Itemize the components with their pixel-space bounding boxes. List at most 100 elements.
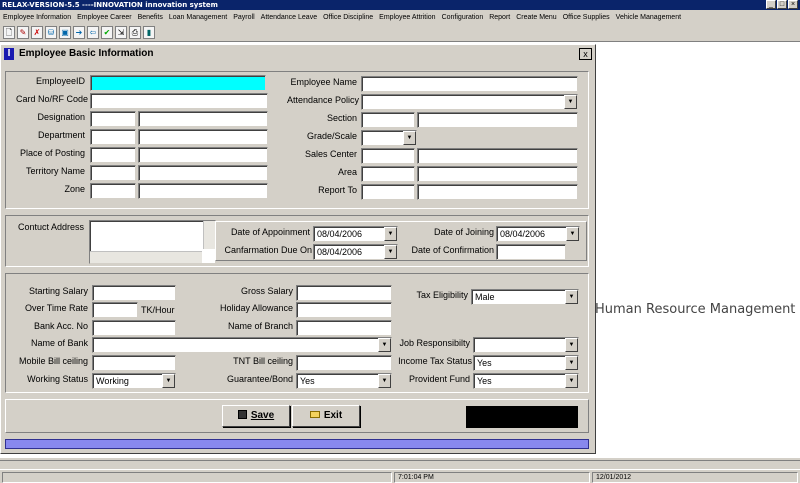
date-of-appointment-value: 08/04/2006: [317, 229, 363, 239]
exit-door-icon[interactable]: ▮: [143, 26, 155, 39]
posting-code-input[interactable]: [90, 147, 136, 163]
report-to-name-input[interactable]: [417, 184, 578, 200]
territory-name-input[interactable]: [138, 165, 268, 181]
chevron-down-icon[interactable]: ▼: [384, 227, 397, 241]
menu-loan-management[interactable]: Loan Management: [169, 14, 227, 21]
income-tax-status-select[interactable]: Yes ▼: [473, 355, 579, 371]
arrow-right-icon[interactable]: ➔: [73, 26, 85, 39]
name-of-bank-select[interactable]: ▼: [92, 337, 392, 353]
delete-icon[interactable]: ✗: [31, 26, 43, 39]
vertical-scrollbar[interactable]: [203, 221, 215, 249]
menu-vehicle-management[interactable]: Vehicle Management: [616, 14, 681, 21]
area-code-input[interactable]: [361, 166, 415, 182]
name-of-branch-label: Name of Branch: [227, 321, 293, 331]
starting-salary-input[interactable]: [92, 285, 176, 301]
chevron-down-icon[interactable]: ▼: [384, 245, 397, 259]
zone-name-input[interactable]: [138, 183, 268, 199]
designation-name-input[interactable]: [138, 111, 268, 127]
horizontal-scrollbar[interactable]: [90, 251, 202, 263]
tk-hour-label: TK/Hour: [141, 305, 175, 315]
bank-acc-label: Bank Acc. No: [33, 321, 88, 331]
printer-icon[interactable]: ⎙: [129, 26, 141, 39]
chevron-down-icon[interactable]: ▼: [565, 356, 578, 370]
sales-center-name-input[interactable]: [417, 148, 578, 164]
report-to-code-input[interactable]: [361, 184, 415, 200]
confirmation-due-value: 08/04/2006: [317, 247, 363, 257]
date-of-joining-label: Date of Joining: [433, 227, 494, 237]
database-icon[interactable]: ⛁: [45, 26, 57, 39]
save-button[interactable]: Save: [222, 405, 290, 427]
chevron-down-icon[interactable]: ▼: [565, 290, 578, 304]
department-code-input[interactable]: [90, 129, 136, 145]
close-window-button[interactable]: ×: [788, 0, 798, 9]
date-of-joining-picker[interactable]: 08/04/2006 ▼: [496, 226, 580, 242]
button-panel: Save Exit: [5, 399, 589, 433]
provident-fund-select[interactable]: Yes ▼: [473, 373, 579, 389]
card-no-input[interactable]: [90, 93, 268, 109]
over-time-rate-input[interactable]: [92, 302, 138, 318]
tax-eligibility-select[interactable]: Male ▼: [471, 289, 579, 305]
area-name-input[interactable]: [417, 166, 578, 182]
bank-acc-input[interactable]: [92, 320, 176, 336]
section-code-input[interactable]: [361, 112, 415, 128]
tnt-bill-label: TNT Bill ceiling: [233, 356, 293, 366]
grade-scale-select[interactable]: ▼: [361, 130, 417, 146]
report-to-label: Report To: [318, 185, 357, 195]
exit-button[interactable]: Exit: [292, 405, 360, 427]
save-disk-icon[interactable]: ▣: [59, 26, 71, 39]
date-of-appointment-picker[interactable]: 08/04/2006 ▼: [313, 226, 398, 242]
menu-employee-information[interactable]: Employee Information: [3, 14, 71, 21]
menu-employee-attrition[interactable]: Employee Attrition: [379, 14, 435, 21]
guarantee-bond-select[interactable]: Yes ▼: [296, 373, 392, 389]
territory-code-input[interactable]: [90, 165, 136, 181]
working-status-select[interactable]: Working ▼: [92, 373, 176, 389]
export-icon[interactable]: ⇲: [115, 26, 127, 39]
chevron-down-icon[interactable]: ▼: [162, 374, 175, 388]
edit-icon[interactable]: ✎: [17, 26, 29, 39]
mobile-bill-input[interactable]: [92, 355, 176, 371]
designation-code-input[interactable]: [90, 111, 136, 127]
dialog-title: Employee Basic Information: [1, 45, 595, 63]
menu-configuration[interactable]: Configuration: [442, 14, 484, 21]
chevron-down-icon[interactable]: ▼: [564, 95, 577, 109]
tnt-bill-input[interactable]: [296, 355, 392, 371]
posting-name-input[interactable]: [138, 147, 268, 163]
department-name-input[interactable]: [138, 129, 268, 145]
menu-create-menu[interactable]: Create Menu: [516, 14, 556, 21]
date-of-confirmation-input[interactable]: [496, 244, 566, 260]
menu-attendance-leave[interactable]: Attendance Leave: [261, 14, 317, 21]
maximize-button[interactable]: □: [777, 0, 787, 9]
menu-benefits[interactable]: Benefits: [138, 14, 163, 21]
name-of-bank-label: Name of Bank: [30, 338, 88, 348]
chevron-down-icon[interactable]: ▼: [565, 374, 578, 388]
guarantee-bond-value: Yes: [300, 376, 315, 386]
chevron-down-icon[interactable]: ▼: [565, 338, 578, 352]
zone-code-input[interactable]: [90, 183, 136, 199]
employee-name-input[interactable]: [361, 76, 578, 92]
minimize-button[interactable]: _: [766, 0, 776, 9]
dates-panel: Date of Appoinment 08/04/2006 ▼ Date of …: [215, 221, 587, 261]
new-document-icon[interactable]: 🗋: [3, 26, 15, 39]
gross-salary-input[interactable]: [296, 285, 392, 301]
arrow-left-icon[interactable]: ⇦: [87, 26, 99, 39]
menu-employee-career[interactable]: Employee Career: [77, 14, 131, 21]
employee-name-label: Employee Name: [290, 77, 357, 87]
section-label: Section: [326, 113, 357, 123]
section-name-input[interactable]: [417, 112, 578, 128]
name-of-branch-input[interactable]: [296, 320, 392, 336]
checkmark-icon[interactable]: ✔: [101, 26, 113, 39]
holiday-allowance-input[interactable]: [296, 302, 392, 318]
attendance-policy-select[interactable]: ▼: [361, 94, 578, 110]
menu-office-discipline[interactable]: Office Discipline: [323, 14, 373, 21]
menu-payroll[interactable]: Payroll: [233, 14, 254, 21]
contact-address-textarea[interactable]: [89, 220, 216, 264]
menu-report[interactable]: Report: [489, 14, 510, 21]
dialog-close-button[interactable]: x: [579, 48, 592, 60]
chevron-down-icon[interactable]: ▼: [403, 131, 416, 145]
chevron-down-icon[interactable]: ▼: [566, 227, 579, 241]
sales-center-code-input[interactable]: [361, 148, 415, 164]
employee-id-input[interactable]: [90, 75, 266, 91]
menu-office-supplies[interactable]: Office Supplies: [563, 14, 610, 21]
job-responsibility-select[interactable]: ▼: [473, 337, 579, 353]
confirmation-due-picker[interactable]: 08/04/2006 ▼: [313, 244, 398, 260]
